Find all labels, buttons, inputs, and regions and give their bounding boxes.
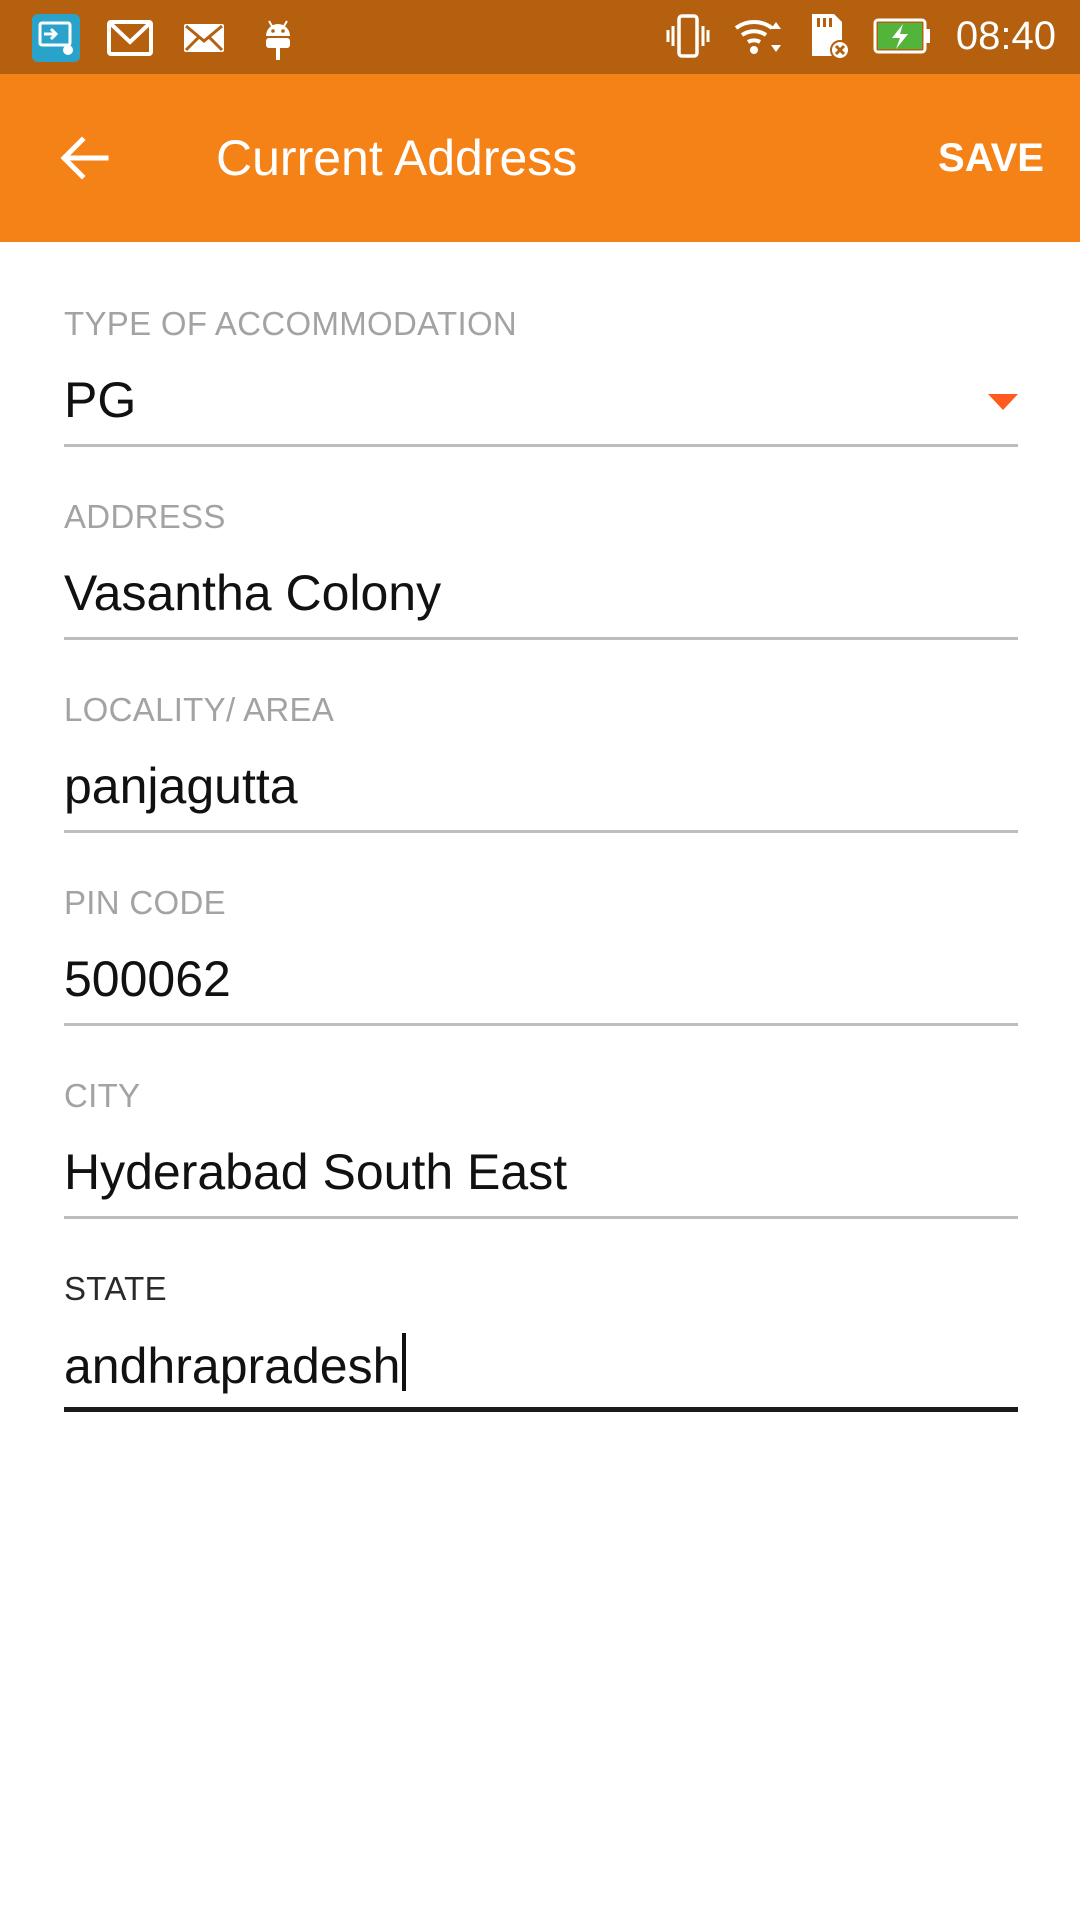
pin-code-label: PIN CODE [64, 884, 226, 921]
text-cursor [402, 1333, 407, 1391]
mail-icon [178, 12, 230, 64]
address-input[interactable]: Vasantha Colony [64, 561, 441, 625]
locality-input[interactable]: panjagutta [64, 754, 298, 818]
locality-label: LOCALITY/ AREA [64, 691, 335, 728]
gmail-icon [104, 12, 156, 64]
android-icon [252, 12, 304, 64]
system-icons: 08:40 [662, 10, 1056, 62]
battery-charging-icon [872, 10, 932, 62]
dropdown-arrow-icon [988, 394, 1018, 410]
state-label: STATE [64, 1270, 167, 1307]
back-arrow-icon [60, 136, 109, 180]
screen-mirror-icon [30, 12, 82, 64]
sd-card-icon [802, 10, 854, 62]
page-title: Current Address [216, 130, 578, 186]
state-input[interactable]: andhrapradesh [64, 1333, 407, 1398]
app-bar: Current Address SAVE [0, 74, 1080, 242]
state-underline [64, 1407, 1018, 1412]
wifi-icon [732, 10, 784, 62]
locality-field[interactable]: LOCALITY/ AREA panjagutta [64, 628, 1018, 833]
vibrate-icon [662, 10, 714, 62]
pin-code-field[interactable]: PIN CODE 500062 [64, 821, 1018, 1026]
status-clock: 08:40 [955, 14, 1056, 58]
city-input[interactable]: Hyderabad South East [64, 1140, 567, 1204]
pin-code-input[interactable]: 500062 [64, 947, 231, 1011]
save-button[interactable]: SAVE [938, 130, 1044, 186]
address-label: ADDRESS [64, 498, 226, 535]
address-form: TYPE OF ACCOMMODATION PG ADDRESS Vasanth… [64, 242, 1018, 1412]
accommodation-dropdown[interactable]: TYPE OF ACCOMMODATION PG [64, 242, 1018, 447]
notification-icons [30, 12, 304, 64]
state-field[interactable]: STATE andhrapradesh [64, 1207, 1018, 1412]
address-field[interactable]: ADDRESS Vasantha Colony [64, 435, 1018, 640]
back-button[interactable] [44, 118, 124, 198]
accommodation-label: TYPE OF ACCOMMODATION [64, 305, 518, 342]
city-field[interactable]: CITY Hyderabad South East [64, 1014, 1018, 1219]
status-bar: 08:40 [0, 0, 1080, 74]
city-label: CITY [64, 1077, 141, 1114]
accommodation-value: PG [64, 372, 137, 428]
state-input-text: andhrapradesh [64, 1338, 401, 1394]
